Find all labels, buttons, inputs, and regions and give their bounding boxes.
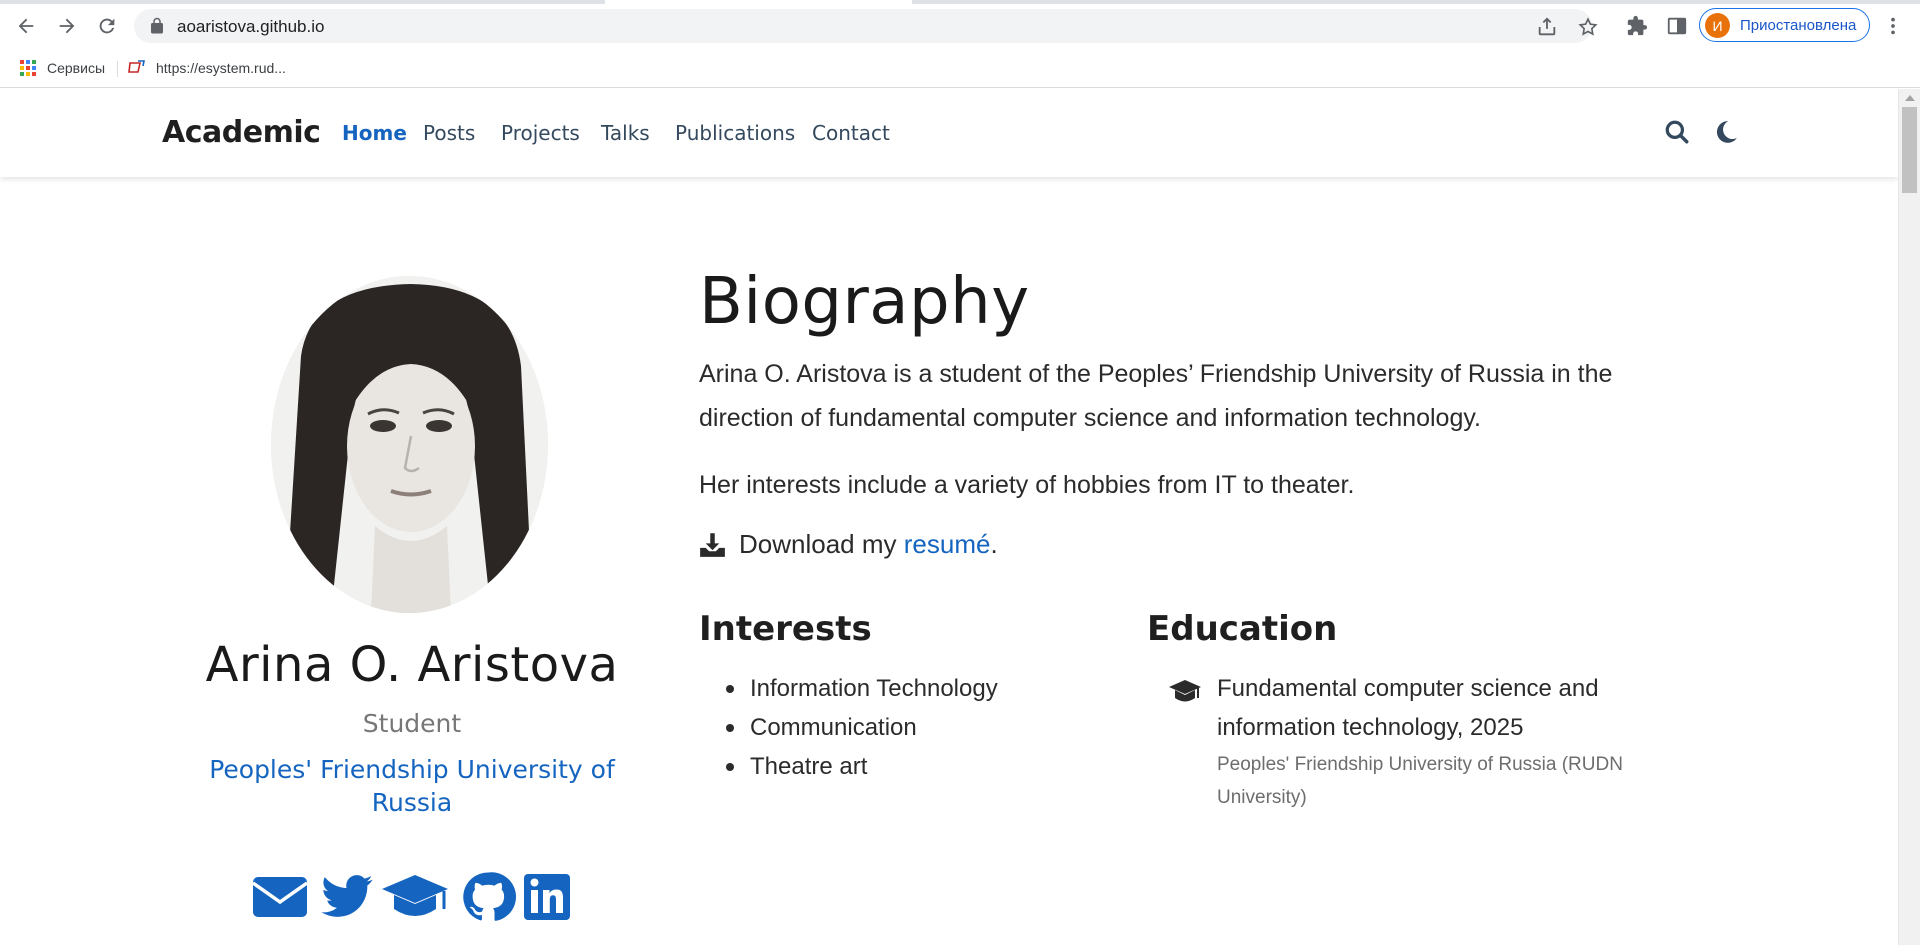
biography-paragraph-1: Arina O. Aristova is a student of the Pe… bbox=[699, 360, 1613, 432]
education-heading: Education bbox=[1147, 609, 1338, 649]
biography-heading: Biography bbox=[699, 265, 1030, 339]
nav-contact[interactable]: Contact bbox=[812, 121, 890, 145]
search-icon[interactable] bbox=[1664, 119, 1690, 145]
nav-posts[interactable]: Posts bbox=[423, 121, 475, 145]
resume-link[interactable]: resumé bbox=[904, 529, 991, 560]
browser-toolbar: aoaristova.github.io И Приостановлена bbox=[0, 4, 1920, 48]
arrow-left-icon bbox=[18, 18, 34, 34]
profile-chip[interactable]: И Приостановлена bbox=[1699, 8, 1870, 42]
page-viewport: Academic Home Posts Projects Talks Publi… bbox=[0, 89, 1920, 945]
download-suffix: . bbox=[990, 529, 998, 559]
browser-menu-button[interactable] bbox=[1877, 10, 1909, 42]
bookmark-label: Сервисы bbox=[47, 60, 106, 76]
education-course: Fundamental computer science and informa… bbox=[1217, 675, 1599, 741]
twitter-link[interactable] bbox=[318, 869, 376, 925]
scrollbar-thumb[interactable] bbox=[1902, 107, 1917, 193]
bookmark-services[interactable]: Сервисы bbox=[19, 57, 105, 79]
page-scrollbar[interactable] bbox=[1898, 89, 1920, 945]
list-item: Information Technology bbox=[726, 669, 998, 708]
list-item: Communication bbox=[726, 708, 998, 747]
bookmark-esystem[interactable]: https://esystem.rud... bbox=[128, 57, 286, 79]
graduation-cap-icon bbox=[382, 875, 448, 916]
linkedin-icon bbox=[524, 874, 570, 920]
download-resume: Download my resumé . bbox=[699, 529, 998, 560]
profile-organization[interactable]: Peoples' Friendship University of Russia bbox=[192, 753, 632, 819]
extensions-button[interactable] bbox=[1621, 10, 1653, 42]
side-panel-icon bbox=[1667, 17, 1687, 35]
arrow-right-icon bbox=[59, 18, 75, 34]
github-icon bbox=[463, 872, 516, 921]
education-institution: Peoples' Friendship University of Russia… bbox=[1217, 754, 1623, 808]
list-item: Theatre art bbox=[726, 747, 998, 786]
bookmark-separator bbox=[117, 61, 118, 77]
profile-status: Приостановлена bbox=[1740, 17, 1857, 34]
linkedin-link[interactable] bbox=[523, 869, 571, 925]
nav-publications[interactable]: Publications bbox=[675, 121, 795, 145]
site-navbar: Academic Home Posts Projects Talks Publi… bbox=[0, 89, 1898, 177]
apps-grid-icon bbox=[20, 60, 36, 76]
github-link[interactable] bbox=[459, 869, 517, 925]
twitter-icon bbox=[321, 875, 373, 917]
download-prefix: Download my bbox=[739, 529, 904, 559]
biography-paragraph-2: Her interests include a variety of hobbi… bbox=[699, 471, 1355, 499]
puzzle-icon bbox=[1627, 15, 1648, 36]
profile-avatar: И bbox=[1705, 13, 1730, 38]
reload-icon bbox=[99, 18, 115, 34]
avatar bbox=[271, 276, 548, 613]
site-brand[interactable]: Academic bbox=[162, 115, 321, 150]
nav-home[interactable]: Home bbox=[342, 121, 407, 145]
side-panel-button[interactable] bbox=[1661, 10, 1693, 42]
profile-role: Student bbox=[362, 709, 462, 738]
graduation-cap-icon bbox=[1169, 680, 1201, 702]
envelope-icon bbox=[251, 877, 309, 917]
site-favicon-icon bbox=[128, 60, 145, 73]
bookmark-label: https://esystem.rud... bbox=[156, 60, 286, 76]
bookmarks-bar: Сервисы https://esystem.rud... bbox=[0, 48, 1920, 88]
moon-icon[interactable] bbox=[1713, 119, 1739, 145]
scholar-link[interactable] bbox=[380, 869, 450, 925]
portrait-photo bbox=[271, 276, 548, 613]
interests-list: Information Technology Communication The… bbox=[726, 669, 998, 786]
address-bar[interactable]: aoaristova.github.io bbox=[134, 9, 1598, 43]
interests-heading: Interests bbox=[699, 609, 872, 649]
email-link[interactable] bbox=[251, 869, 309, 925]
download-icon bbox=[700, 533, 725, 557]
lock-icon[interactable] bbox=[148, 17, 166, 35]
back-button[interactable] bbox=[10, 10, 42, 42]
share-icon[interactable] bbox=[1536, 16, 1558, 38]
kebab-menu-icon bbox=[1891, 17, 1895, 35]
nav-projects[interactable]: Projects bbox=[501, 121, 580, 145]
star-icon[interactable] bbox=[1577, 16, 1599, 38]
url-text[interactable]: aoaristova.github.io bbox=[177, 17, 324, 37]
profile-name: Arina O. Aristova bbox=[205, 637, 619, 693]
scroll-up-arrow-icon[interactable] bbox=[1905, 95, 1915, 101]
forward-button[interactable] bbox=[51, 10, 83, 42]
nav-talks[interactable]: Talks bbox=[601, 121, 650, 145]
reload-button[interactable] bbox=[91, 10, 123, 42]
